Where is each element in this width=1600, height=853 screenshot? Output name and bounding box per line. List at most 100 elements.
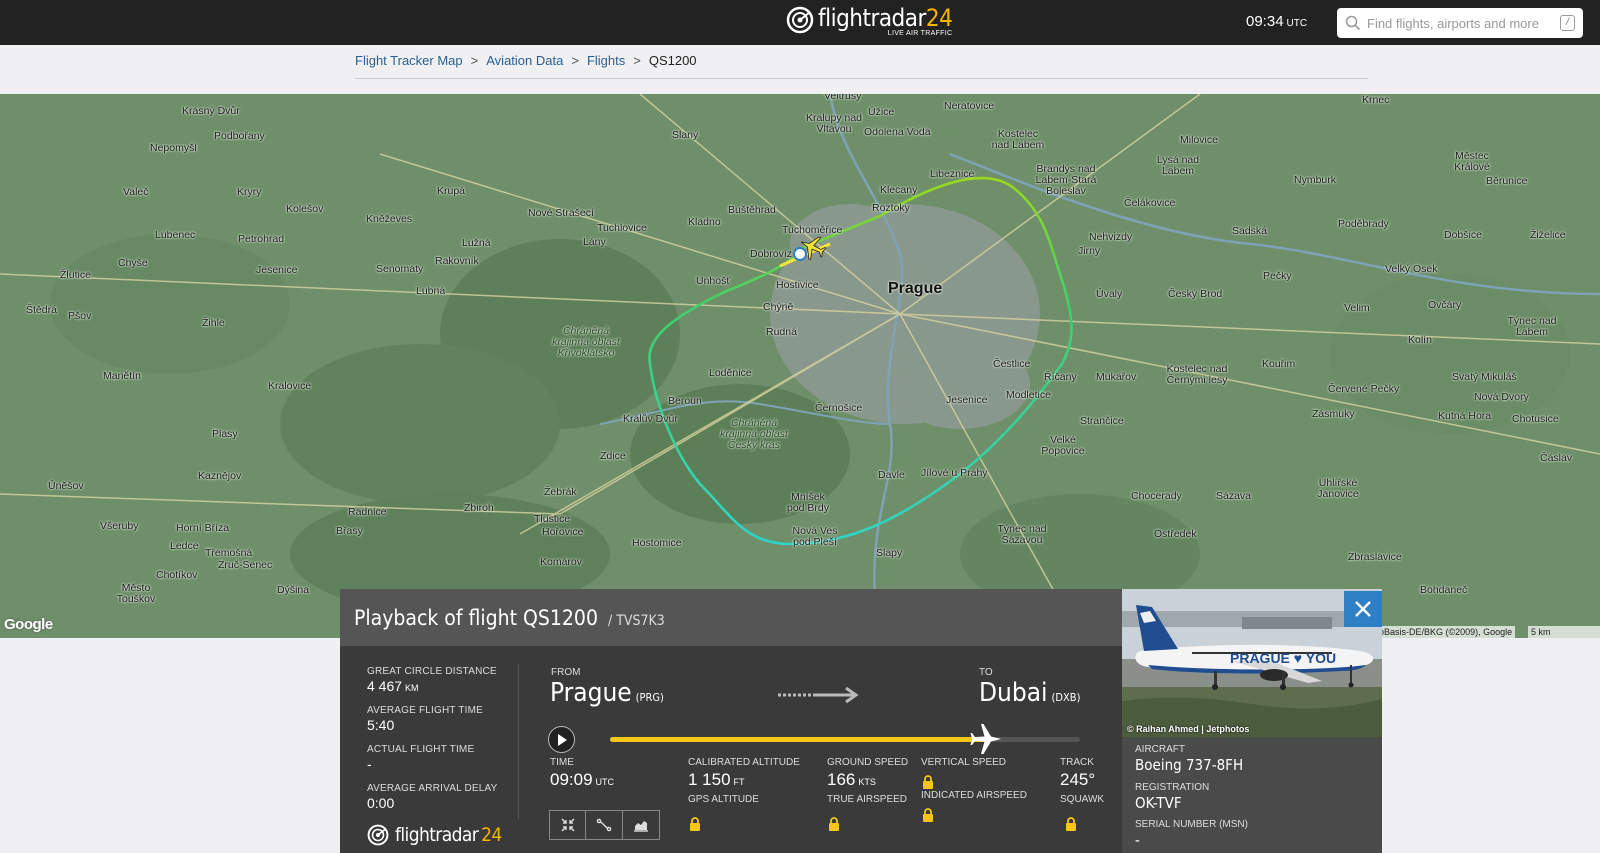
play-button[interactable]	[548, 726, 575, 753]
stat-average-arrival-delay: AVERAGE ARRIVAL DELAY 0:00	[367, 783, 498, 811]
map-label: Kostelec nad Labem	[991, 128, 1045, 151]
map-label: Slaný	[672, 129, 699, 141]
map-label: Čáslav	[1540, 452, 1573, 464]
collapse-view-button[interactable]	[549, 810, 586, 840]
map-label: Mníšek pod Brdy	[786, 491, 830, 514]
map-label: Zdice	[600, 450, 626, 462]
map-label: Velký Osek	[1385, 263, 1438, 275]
close-button[interactable]	[1344, 591, 1382, 627]
map-label: Neratovice	[944, 100, 995, 112]
map-label: Tuchlovice	[597, 222, 647, 234]
lock-icon[interactable]	[828, 817, 840, 831]
map-label: Ostředek	[1154, 528, 1197, 540]
map-label: Žiželice	[1530, 229, 1566, 241]
map-label: Krupá	[437, 185, 466, 197]
map-label: Sadská	[1232, 225, 1268, 237]
time-unit: UTC	[595, 777, 615, 787]
map-label: Týnec nad Sázavou	[997, 523, 1047, 546]
altitude-graph-button[interactable]	[623, 810, 660, 840]
radar-logo-icon	[367, 824, 389, 846]
playback-header: Playback of flight QS1200 / TVS7K3	[340, 589, 1122, 646]
serial-label: SERIAL NUMBER (MSN)	[1135, 819, 1248, 830]
map-label: Říčany	[1044, 371, 1077, 383]
map-label: Pečky	[1263, 270, 1292, 282]
flightradar24-panel-logo: flightradar 24	[367, 824, 502, 846]
photo-credit[interactable]: © Raihan Ahmed | Jetphotos	[1127, 724, 1249, 734]
map-label: Městec Králové	[1454, 150, 1490, 173]
playback-timeline[interactable]	[610, 724, 1080, 754]
aircraft-label: AIRCRAFT	[1135, 744, 1185, 755]
map-label: Kralupy nad Vltavou	[805, 112, 863, 135]
map-label: Nové Strašecí	[528, 207, 594, 219]
map-label: Týnec nad Labem	[1507, 315, 1557, 338]
stat-value: 4 467	[367, 678, 403, 694]
field-label: TRACK	[1060, 757, 1094, 768]
lock-icon[interactable]	[922, 808, 934, 822]
breadcrumb-divider	[355, 78, 1368, 79]
map-label: Čestlice	[993, 358, 1031, 370]
stat-label: GREAT CIRCLE DISTANCE	[367, 666, 497, 677]
breadcrumb-separator: >	[470, 53, 479, 68]
altitude-value: 1 150	[688, 770, 731, 789]
close-icon	[1355, 601, 1371, 617]
stat-value: 0:00	[367, 795, 395, 811]
flight-number: QS1200	[523, 606, 598, 630]
map-label: Modletice	[1006, 389, 1051, 401]
map-label: Sázava	[1216, 490, 1252, 502]
logo-tagline: LIVE AIR TRAFFIC	[887, 30, 953, 37]
time-value: 09:09	[550, 770, 593, 789]
stat-label: AVERAGE FLIGHT TIME	[367, 705, 484, 716]
field-gps-altitude: GPS ALTITUDE	[688, 794, 759, 805]
flight-map[interactable]: Prague Krásný Dvůr Podbořany Nepomyšl Va…	[0, 94, 1600, 638]
to-code: (DXB)	[1051, 691, 1081, 704]
map-label: Jirny	[1078, 245, 1101, 257]
map-label: Kolín	[1408, 334, 1432, 346]
map-label: Bohdaneč	[1420, 584, 1468, 596]
lock-icon[interactable]	[689, 817, 701, 831]
breadcrumb-aviation-data[interactable]: Aviation Data	[486, 53, 563, 68]
stat-value: 5:40	[367, 717, 395, 733]
aircraft-photo[interactable]: PRAGUE ♥ YOU © Raihan Ahmed | Jetphotos	[1122, 589, 1382, 737]
route-arrow-icon	[778, 686, 859, 704]
logo-number: 24	[481, 824, 502, 846]
from-airport[interactable]: Prague (PRG)	[550, 678, 664, 708]
map-label: Ledce	[170, 540, 199, 552]
utc-clock: 09:34 UTC	[1246, 13, 1307, 30]
timeline-aircraft-handle-icon[interactable]	[969, 722, 1003, 756]
flightradar24-logo[interactable]: flightradar24 LIVE AIR TRAFFIC	[786, 6, 953, 40]
map-label-park: Chráněná krajinná oblast Český kras	[720, 417, 788, 451]
lock-icon[interactable]	[1065, 817, 1077, 831]
clock-time: 09:34	[1246, 13, 1284, 30]
map-label: Jílové u Prahy	[921, 467, 988, 479]
map-label: Lubenec	[155, 229, 196, 241]
to-airport[interactable]: Dubai (DXB)	[979, 678, 1080, 708]
airport-marker-icon	[793, 247, 807, 261]
map-label: Tlustice	[534, 513, 571, 525]
ground-speed-value: 166	[827, 770, 856, 789]
map-label: Lubná	[416, 285, 446, 297]
map-label: Český Brod	[1168, 288, 1223, 300]
map-label: Hostomice	[632, 537, 682, 549]
playback-panel: Playback of flight QS1200 / TVS7K3 GREAT…	[340, 589, 1122, 853]
map-label: Kouřim	[1262, 358, 1296, 370]
stat-label: ACTUAL FLIGHT TIME	[367, 744, 475, 755]
search-box[interactable]: /	[1337, 8, 1583, 38]
field-label: SQUAWK	[1060, 794, 1105, 805]
playback-timeline-progress	[610, 737, 986, 742]
map-label: Běrunice	[1486, 175, 1528, 187]
map-label: Čelákovice	[1124, 197, 1176, 209]
map-label: Buštěhrad	[728, 204, 776, 216]
map-label: Ovčáry	[1428, 299, 1462, 311]
breadcrumb-flight-tracker-map[interactable]: Flight Tracker Map	[355, 53, 463, 68]
map-label: Nová Ves pod Pleší	[792, 525, 838, 548]
stat-great-circle-distance: GREAT CIRCLE DISTANCE 4 467 KM	[367, 666, 497, 694]
lock-icon[interactable]	[922, 775, 934, 789]
map-label: Lysá nad Labem	[1156, 154, 1200, 177]
map-label: Rakovník	[435, 255, 479, 267]
route-button[interactable]	[586, 810, 623, 840]
breadcrumb-flights[interactable]: Flights	[587, 53, 625, 68]
aircraft-serial-number: SERIAL NUMBER (MSN) -	[1135, 819, 1248, 849]
aircraft-info-panel: PRAGUE ♥ YOU © Raihan Ahmed | Jetphotos …	[1122, 589, 1382, 853]
search-input[interactable]	[1367, 15, 1557, 31]
map-label: Dýšina	[277, 584, 310, 596]
